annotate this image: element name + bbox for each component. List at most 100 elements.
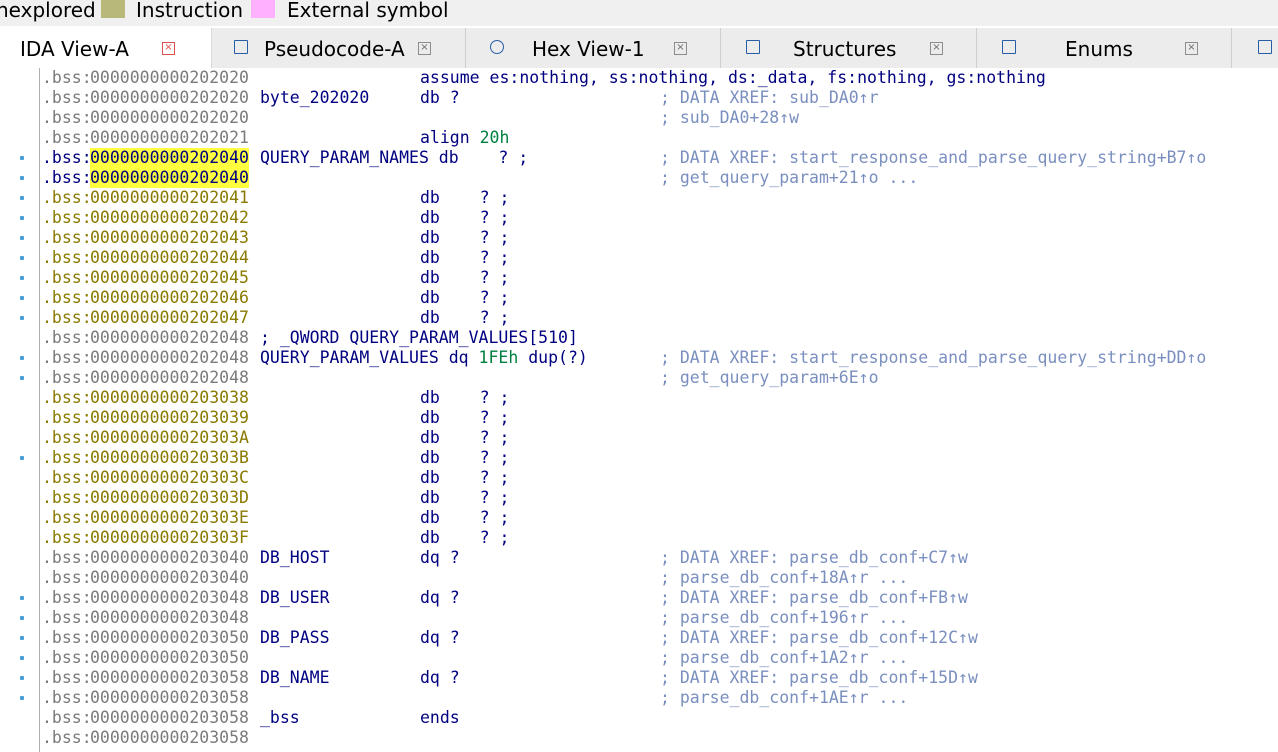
close-icon[interactable]: × <box>1185 42 1198 55</box>
address[interactable]: 0000000000202046 <box>90 288 249 308</box>
address[interactable]: 0000000000203050 <box>90 628 249 648</box>
listing-line[interactable]: .bss: 0000000000203058 ; parse_db_conf+1AE… <box>0 688 1278 708</box>
disassembly-listing[interactable]: .bss: 0000000000202020 assume es:nothing, … <box>0 68 1278 752</box>
address[interactable]: 0000000000202048 <box>90 328 249 348</box>
listing-line[interactable]: .bss: 0000000000202045 db ? ; <box>0 268 1278 288</box>
tab-structures[interactable]: Structures × <box>721 28 977 68</box>
xref-comment[interactable]: ; parse_db_conf+1A2↑r ... <box>660 648 908 668</box>
xref-comment[interactable]: ; DATA XREF: parse_db_conf+12C↑w <box>660 628 978 648</box>
instruction[interactable]: db ? ; <box>420 448 509 468</box>
address[interactable]: 0000000000202042 <box>90 208 249 228</box>
listing-line[interactable]: .bss: 0000000000203058 DB_NAME dq ? ; DATA X… <box>0 668 1278 688</box>
instruction[interactable]: db ? ; <box>420 188 509 208</box>
listing-line[interactable]: .bss: 0000000000202020 byte_202020 db ? ; DA… <box>0 88 1278 108</box>
address[interactable]: 0000000000202020 <box>90 108 249 128</box>
close-icon[interactable]: × <box>162 42 175 55</box>
address[interactable]: 0000000000203058 <box>90 668 249 688</box>
instruction[interactable]: db ? ; <box>420 408 509 428</box>
instruction[interactable]: dq ? <box>420 588 460 608</box>
listing-line[interactable]: .bss: 000000000020303A db ? ; <box>0 428 1278 448</box>
listing-line[interactable]: .bss: 0000000000202047 db ? ; <box>0 308 1278 328</box>
close-icon[interactable]: × <box>930 42 943 55</box>
instruction[interactable]: dq ? <box>420 548 460 568</box>
address[interactable]: 0000000000202040 <box>90 168 249 188</box>
symbol-label[interactable]: ; _QWORD QUERY_PARAM_VALUES[510] <box>260 328 578 348</box>
xref-comment[interactable]: ; DATA XREF: parse_db_conf+C7↑w <box>660 548 968 568</box>
listing-line[interactable]: .bss: 0000000000202040 ; get_query_param+2… <box>0 168 1278 188</box>
instruction[interactable]: db ? ; <box>420 308 509 328</box>
symbol-label[interactable]: DB_HOST <box>260 548 330 568</box>
address[interactable]: 0000000000203040 <box>90 548 249 568</box>
listing-line[interactable]: .bss: 0000000000203040 DB_HOST dq ? ; DATA X… <box>0 548 1278 568</box>
listing-line[interactable]: .bss: 0000000000202048 ; _QWORD QUERY_PARA… <box>0 328 1278 348</box>
instruction[interactable]: db ? <box>420 88 460 108</box>
xref-comment[interactable]: ; parse_db_conf+196↑r ... <box>660 608 908 628</box>
listing-line[interactable]: .bss: 0000000000203058 <box>0 728 1278 748</box>
listing-line[interactable]: .bss: 0000000000202044 db ? ; <box>0 248 1278 268</box>
xref-comment[interactable]: ; DATA XREF: start_response_and_parse_qu… <box>660 148 1206 168</box>
instruction[interactable]: dq ? <box>420 668 460 688</box>
address[interactable]: 000000000020303E <box>90 508 249 528</box>
xref-comment[interactable]: ; DATA XREF: parse_db_conf+FB↑w <box>660 588 968 608</box>
listing-line[interactable]: .bss: 0000000000203040 ; parse_db_conf+18A… <box>0 568 1278 588</box>
instruction[interactable]: dq ? <box>420 628 460 648</box>
listing-line[interactable]: .bss: 000000000020303D db ? ; <box>0 488 1278 508</box>
symbol-label[interactable]: DB_NAME <box>260 668 330 688</box>
xref-comment[interactable]: ; parse_db_conf+18A↑r ... <box>660 568 908 588</box>
address[interactable]: 0000000000202045 <box>90 268 249 288</box>
instruction[interactable]: db ? ; <box>420 388 509 408</box>
listing-line[interactable]: .bss: 000000000020303C db ? ; <box>0 468 1278 488</box>
address[interactable]: 0000000000202020 <box>90 68 249 88</box>
instruction[interactable]: db ? ; <box>420 528 509 548</box>
close-icon[interactable]: × <box>418 42 431 55</box>
listing-line[interactable]: .bss: 0000000000202043 db ? ; <box>0 228 1278 248</box>
address[interactable]: 0000000000203050 <box>90 648 249 668</box>
address[interactable]: 0000000000202043 <box>90 228 249 248</box>
symbol-label[interactable]: byte_202020 <box>260 88 369 108</box>
instruction[interactable]: assume es:nothing, ss:nothing, ds:_data,… <box>420 68 1046 88</box>
address[interactable]: 0000000000202048 <box>90 348 249 368</box>
address[interactable]: 0000000000203039 <box>90 408 249 428</box>
tab-ida-view-a[interactable]: IDA View-A × <box>0 28 212 68</box>
symbol-label[interactable]: DB_PASS <box>260 628 330 648</box>
symbol-label[interactable]: DB_USER <box>260 588 330 608</box>
xref-comment[interactable]: ; get_query_param+6E↑o <box>660 368 879 388</box>
tab-enums[interactable]: Enums × <box>977 28 1232 68</box>
instruction[interactable]: db ? ; <box>420 468 509 488</box>
listing-line[interactable]: .bss: 0000000000203058 _bss ends <box>0 708 1278 728</box>
address[interactable]: 0000000000203048 <box>90 588 249 608</box>
address[interactable]: 0000000000202020 <box>90 88 249 108</box>
listing-line[interactable]: .bss: 0000000000203050 DB_PASS dq ? ; DATA X… <box>0 628 1278 648</box>
address[interactable]: 0000000000202041 <box>90 188 249 208</box>
listing-line[interactable]: .bss: 0000000000202040 QUERY_PARAM_NAMES d… <box>0 148 1278 168</box>
address[interactable]: 0000000000202047 <box>90 308 249 328</box>
listing-line[interactable]: .bss: 000000000020303F db ? ; <box>0 528 1278 548</box>
listing-line[interactable]: .bss: 0000000000202048 ; get_query_param+6… <box>0 368 1278 388</box>
close-icon[interactable]: × <box>674 42 687 55</box>
xref-comment[interactable]: ; sub_DA0+28↑w <box>660 108 799 128</box>
instruction[interactable]: db ? ; <box>420 268 509 288</box>
address[interactable]: 000000000020303A <box>90 428 249 448</box>
listing-line[interactable]: .bss: 0000000000202042 db ? ; <box>0 208 1278 228</box>
xref-comment[interactable]: ; DATA XREF: start_response_and_parse_qu… <box>660 348 1206 368</box>
listing-line[interactable]: .bss: 000000000020303E db ? ; <box>0 508 1278 528</box>
symbol-label[interactable]: QUERY_PARAM_VALUES dq 1FEh dup(?) <box>260 348 588 368</box>
listing-line[interactable]: .bss: 0000000000202020 ; sub_DA0+28↑w <box>0 108 1278 128</box>
address[interactable]: 000000000020303B <box>90 448 249 468</box>
listing-line[interactable]: .bss: 0000000000202046 db ? ; <box>0 288 1278 308</box>
instruction[interactable]: db ? ; <box>420 508 509 528</box>
address[interactable]: 0000000000202044 <box>90 248 249 268</box>
address[interactable]: 000000000020303C <box>90 468 249 488</box>
xref-comment[interactable]: ; DATA XREF: sub_DA0↑r <box>660 88 879 108</box>
xref-comment[interactable]: ; DATA XREF: parse_db_conf+15D↑w <box>660 668 978 688</box>
symbol-label[interactable]: QUERY_PARAM_NAMES db ? ; <box>260 148 528 168</box>
address[interactable]: 000000000020303F <box>90 528 249 548</box>
listing-line[interactable]: .bss: 000000000020303B db ? ; <box>0 448 1278 468</box>
listing-line[interactable]: .bss: 0000000000203048 DB_USER dq ? ; DATA X… <box>0 588 1278 608</box>
address[interactable]: 0000000000203040 <box>90 568 249 588</box>
tab-hex-view-1[interactable]: Hex View-1 × <box>466 28 721 68</box>
address[interactable]: 0000000000202021 <box>90 128 249 148</box>
instruction[interactable]: db ? ; <box>420 488 509 508</box>
symbol-label[interactable]: _bss <box>260 708 300 728</box>
instruction[interactable]: db ? ; <box>420 288 509 308</box>
